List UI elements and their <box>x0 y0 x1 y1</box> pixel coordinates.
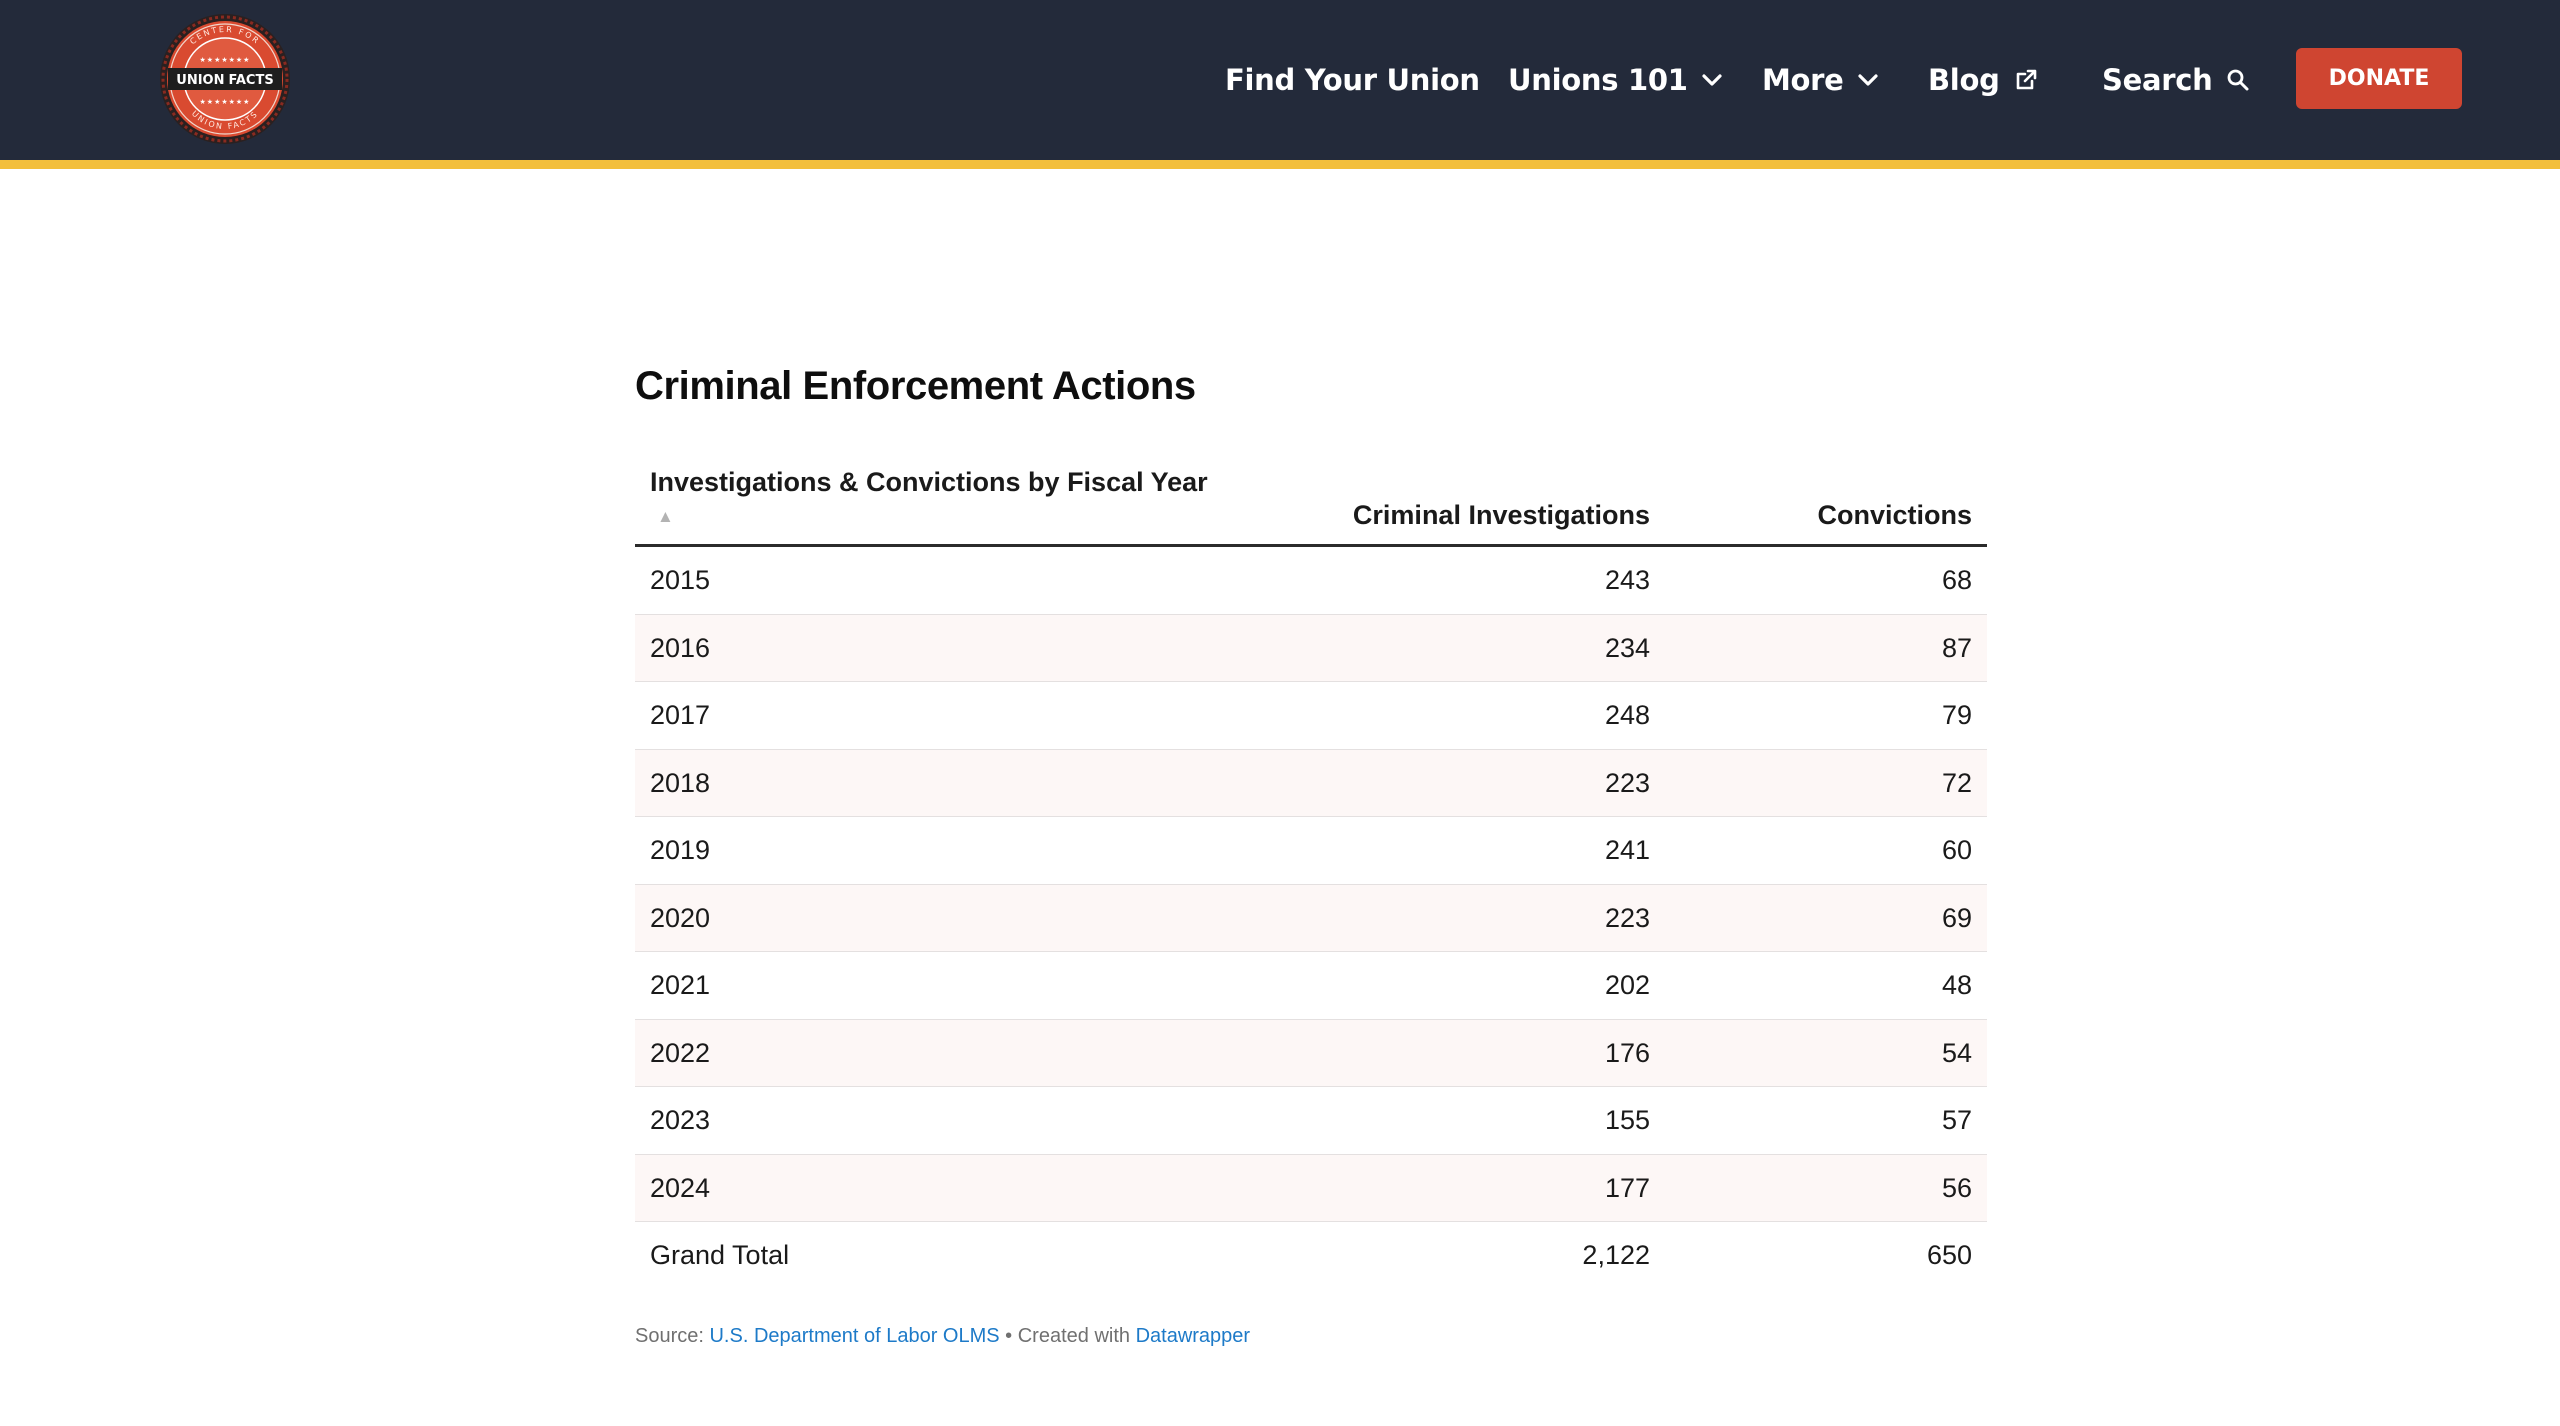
nav-find-your-union[interactable]: Find Your Union <box>1225 0 1480 160</box>
cell-year: 2017 <box>650 700 711 730</box>
chevron-down-icon <box>1857 73 1878 87</box>
column-header-year[interactable]: Investigations & Convictions by Fiscal Y… <box>650 467 1208 498</box>
cell-convictions: 79 <box>1941 700 1972 730</box>
cell-year: 2016 <box>650 632 711 663</box>
table-row: 2019 241 60 <box>635 817 1987 885</box>
union-facts-logo-badge: CENTER FOR UNION FACTS ★★★★★★★ UNION FACT… <box>160 14 290 144</box>
external-link-icon <box>2014 68 2038 92</box>
created-with-prefix: • Created with <box>999 1325 1136 1347</box>
cell-convictions: 56 <box>1941 1172 1972 1203</box>
cell-year: 2015 <box>650 565 711 595</box>
cell-investigations: 243 <box>1604 565 1650 595</box>
sort-ascending-icon[interactable]: ▲ <box>657 507 674 527</box>
nav-blog[interactable]: Blog <box>1928 0 2038 160</box>
union-facts-logo[interactable]: CENTER FOR UNION FACTS ★★★★★★★ UNION FACT… <box>158 12 292 146</box>
nav-blog-label: Blog <box>1928 63 2000 97</box>
cell-investigations: 176 <box>1604 1037 1650 1068</box>
cell-year: 2020 <box>650 902 711 933</box>
column-header-investigations[interactable]: Criminal Investigations <box>1353 500 1650 531</box>
column-header-convictions[interactable]: Convictions <box>1817 500 1972 531</box>
cell-year: 2024 <box>650 1172 711 1203</box>
cell-total-investigations: 2,122 <box>1582 1240 1650 1270</box>
source-prefix: Source: <box>635 1325 710 1347</box>
cell-convictions: 68 <box>1941 565 1972 595</box>
table-row: 2024 177 56 <box>635 1154 1987 1222</box>
cell-convictions: 54 <box>1941 1037 1972 1068</box>
nav-more-label: More <box>1762 63 1844 97</box>
nav-more[interactable]: More <box>1762 0 1878 160</box>
cell-convictions: 87 <box>1941 632 1972 663</box>
nav-unions-101[interactable]: Unions 101 <box>1508 0 1722 160</box>
cell-convictions: 48 <box>1941 970 1972 1000</box>
cell-investigations: 155 <box>1604 1105 1650 1135</box>
table-row-grand-total: Grand Total 2,122 650 <box>635 1222 1987 1290</box>
cell-convictions: 72 <box>1941 767 1972 798</box>
donate-button[interactable]: DONATE <box>2296 48 2462 109</box>
cell-investigations: 223 <box>1604 767 1650 798</box>
cell-total-convictions: 650 <box>1926 1240 1972 1270</box>
nav-unions-101-label: Unions 101 <box>1508 63 1688 97</box>
cell-investigations: 234 <box>1604 632 1650 663</box>
chart-source-note: Source: U.S. Department of Labor OLMS • … <box>635 1325 1250 1348</box>
cell-investigations: 223 <box>1604 902 1650 933</box>
nav-find-your-union-label: Find Your Union <box>1225 63 1480 97</box>
cell-year: 2021 <box>650 970 711 1000</box>
header-accent-stripe <box>0 160 2560 169</box>
cell-convictions: 69 <box>1941 902 1972 933</box>
cell-year: 2022 <box>650 1037 711 1068</box>
nav-search-label: Search <box>2102 63 2213 97</box>
svg-text:★★★★★★★: ★★★★★★★ <box>200 56 251 64</box>
chart-title: Criminal Enforcement Actions <box>635 364 1196 408</box>
svg-text:★★★★★★★: ★★★★★★★ <box>200 98 251 106</box>
chevron-down-icon <box>1702 73 1722 87</box>
cell-year: 2023 <box>650 1105 711 1135</box>
table-row: 2015 243 68 <box>635 547 1987 615</box>
nav-search[interactable]: Search <box>2102 0 2250 160</box>
cell-total-label: Grand Total <box>650 1240 790 1270</box>
source-link[interactable]: U.S. Department of Labor OLMS <box>709 1325 999 1347</box>
cell-convictions: 57 <box>1941 1105 1972 1135</box>
table-row: 2018 223 72 <box>635 749 1987 817</box>
cell-investigations: 202 <box>1604 970 1650 1000</box>
cell-convictions: 60 <box>1941 835 1972 865</box>
site-header: CENTER FOR UNION FACTS ★★★★★★★ UNION FACT… <box>0 0 2560 160</box>
cell-investigations: 248 <box>1604 700 1650 730</box>
table-row: 2020 223 69 <box>635 884 1987 952</box>
search-icon <box>2226 68 2250 92</box>
datawrapper-link[interactable]: Datawrapper <box>1136 1325 1251 1347</box>
table-row: 2021 202 48 <box>635 952 1987 1020</box>
table-header: Investigations & Convictions by Fiscal Y… <box>635 455 1987 547</box>
cell-investigations: 241 <box>1604 835 1650 865</box>
table-row: 2023 155 57 <box>635 1087 1987 1155</box>
data-table: Investigations & Convictions by Fiscal Y… <box>635 455 1987 1290</box>
table-row: 2017 248 79 <box>635 682 1987 750</box>
cell-investigations: 177 <box>1604 1172 1650 1203</box>
table-row: 2022 176 54 <box>635 1019 1987 1087</box>
cell-year: 2019 <box>650 835 711 865</box>
cell-year: 2018 <box>650 767 711 798</box>
table-row: 2016 234 87 <box>635 614 1987 682</box>
